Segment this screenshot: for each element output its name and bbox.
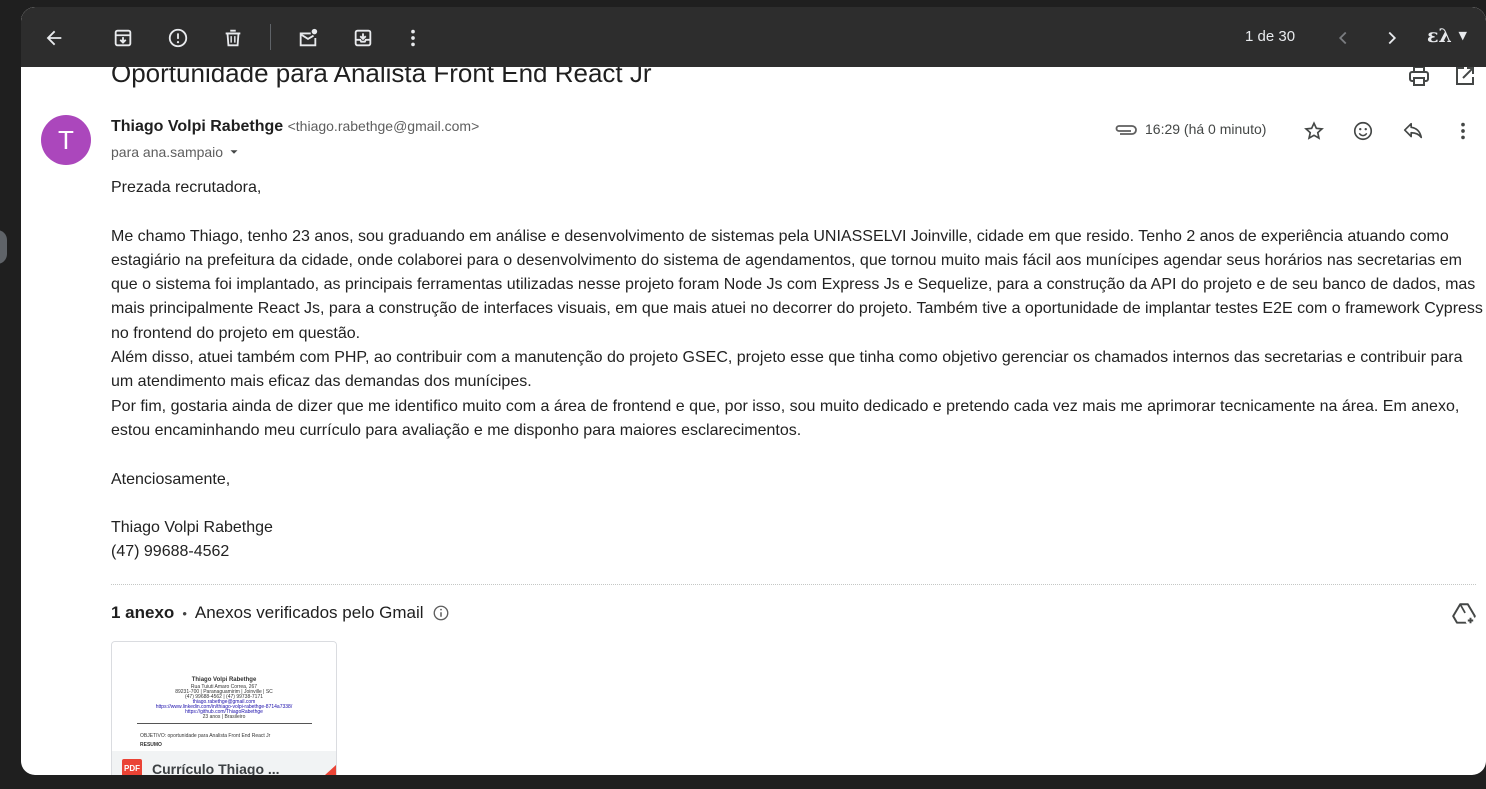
caret-down-icon [230, 150, 238, 154]
separator-dot: • [182, 605, 187, 621]
sender-email: <thiago.rabethge@gmail.com> [287, 118, 480, 134]
recipient-details-toggle[interactable]: para ana.sampaio [111, 144, 241, 160]
archive-icon[interactable] [105, 20, 141, 56]
toolbar: 1 de 30 ελ ▼ [21, 7, 1486, 67]
mark-unread-icon[interactable] [290, 20, 326, 56]
sender-line: Thiago Volpi Rabethge <thiago.rabethge@g… [111, 118, 479, 136]
side-panel-handle [0, 230, 7, 264]
preview-rule [137, 723, 312, 724]
move-to-icon[interactable] [345, 20, 381, 56]
open-in-new-icon[interactable] [1453, 64, 1477, 88]
attachment-file-name: Currículo Thiago ... [152, 761, 280, 775]
signature-phone: (47) 99688-4562 [111, 543, 230, 561]
print-icon[interactable] [1407, 64, 1431, 88]
body-paragraph-2: Além disso, atuei também com PHP, ao con… [111, 349, 1463, 391]
sender-name[interactable]: Thiago Volpi Rabethge [111, 118, 283, 135]
input-tools-button[interactable]: ελ ▼ [1427, 25, 1467, 47]
emoji-reaction-icon[interactable] [1347, 115, 1379, 147]
input-tools-label: ελ [1427, 25, 1452, 47]
reply-icon[interactable] [1397, 115, 1429, 147]
email-body: Prezada recrutadora, Me chamo Thiago, te… [111, 176, 1486, 565]
info-icon[interactable] [432, 604, 450, 622]
more-vert-icon[interactable] [1447, 115, 1479, 147]
add-to-drive-icon[interactable] [1451, 601, 1477, 627]
chevron-left-icon[interactable] [1325, 20, 1361, 56]
avatar-letter: T [58, 124, 74, 155]
email-window: 1 de 30 ελ ▼ Oportunidade para Analista … [21, 7, 1486, 775]
recipient-label: para ana.sampaio [111, 144, 224, 160]
toolbar-separator [270, 24, 271, 50]
sender-avatar[interactable]: T [41, 115, 91, 165]
message-counter: 1 de 30 [1245, 28, 1296, 45]
attachments-header: 1 anexo • Anexos verificados pelo Gmail [111, 603, 450, 623]
pdf-file-icon: PDF [122, 759, 142, 775]
file-corner-fold [314, 765, 336, 775]
attachment-footer: PDF Currículo Thiago ... [112, 751, 336, 775]
preview-summary-title: RESUMO [140, 742, 162, 748]
delete-icon[interactable] [215, 20, 251, 56]
received-time: 16:29 (há 0 minuto) [1145, 121, 1267, 137]
chevron-right-icon[interactable] [1374, 20, 1410, 56]
attachment-clip-icon [1115, 125, 1137, 135]
attachments-count: 1 anexo [111, 603, 175, 622]
caret-down-icon: ▼ [1458, 29, 1467, 42]
preview-objective: OBJETIVO: oportunidade para Analista Fro… [140, 733, 271, 739]
preview-name: Thiago Volpi Rabethge [191, 677, 257, 683]
attachments-verified-label: Anexos verificados pelo Gmail [194, 603, 424, 622]
more-vert-icon[interactable] [395, 20, 431, 56]
signature-name: Thiago Volpi Rabethge [111, 519, 273, 537]
closing: Atenciosamente, [111, 470, 231, 488]
attachment-card[interactable]: Thiago Volpi Rabethge Rua Tuiuti Amaro C… [111, 641, 337, 775]
greeting: Prezada recrutadora, [111, 179, 262, 196]
report-spam-icon[interactable] [160, 20, 196, 56]
time-area: 16:29 (há 0 minuto) [1113, 119, 1266, 139]
attachments-divider [111, 584, 1476, 585]
body-paragraph-3: Por fim, gostaria ainda de dizer que me … [111, 397, 1460, 439]
body-paragraph-1: Me chamo Thiago, tenho 23 anos, sou grad… [111, 227, 1483, 342]
attachment-preview: Thiago Volpi Rabethge Rua Tuiuti Amaro C… [112, 642, 336, 752]
star-icon[interactable] [1298, 115, 1330, 147]
arrow-back-icon[interactable] [36, 20, 72, 56]
preview-age: 23 anos | Brasileiro [202, 714, 246, 720]
